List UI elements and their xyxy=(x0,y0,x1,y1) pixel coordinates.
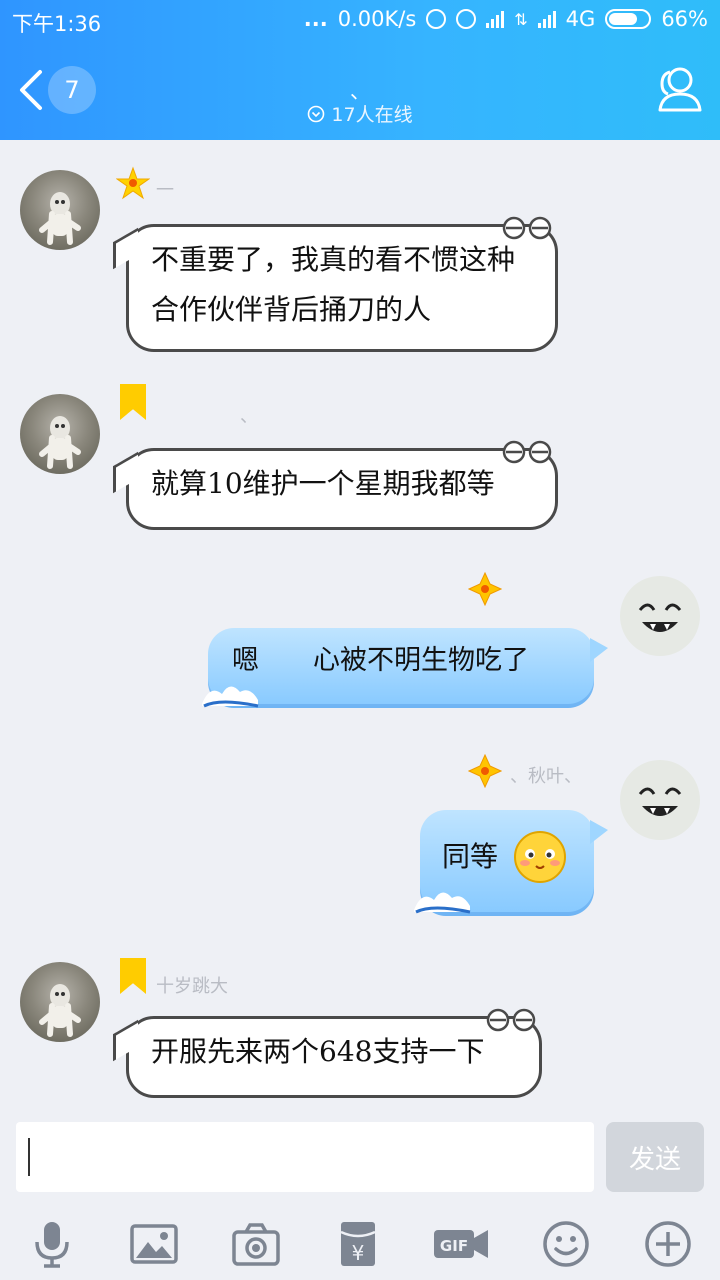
network-speed: 0.00K/s xyxy=(337,7,417,31)
sender-name[interactable]: 、 xyxy=(240,402,258,428)
sender-name[interactable]: 、秋叶、 xyxy=(510,762,582,788)
gif-button[interactable]: GIF xyxy=(432,1218,490,1270)
blush-emoji-icon xyxy=(513,831,566,883)
data-arrows-icon: ⇅ xyxy=(514,9,528,29)
emoji-icon xyxy=(543,1221,589,1267)
svg-text:¥: ¥ xyxy=(352,1241,365,1265)
message-input[interactable] xyxy=(16,1122,594,1192)
online-count[interactable]: 17人在线 xyxy=(0,100,720,127)
avatar[interactable] xyxy=(20,170,100,250)
avatar[interactable] xyxy=(20,962,100,1042)
bubble-eyes-decoration xyxy=(502,440,552,464)
message-bubble[interactable]: 嗯 心被不明生物吃了 xyxy=(208,628,608,708)
red-packet-button[interactable]: ¥ xyxy=(332,1218,384,1270)
bubble-eyes-decoration xyxy=(502,216,552,240)
avatar[interactable] xyxy=(620,576,700,656)
input-bar: 发送 xyxy=(0,1110,720,1208)
voice-button[interactable] xyxy=(26,1218,78,1270)
svg-text:GIF: GIF xyxy=(440,1237,468,1255)
signal-icon xyxy=(486,10,505,28)
wave-decoration xyxy=(202,686,259,708)
camera-button[interactable] xyxy=(230,1218,282,1270)
level-star-icon xyxy=(468,572,502,606)
message-text: 就算10维护一个星期我都等 xyxy=(151,467,495,500)
avatar[interactable] xyxy=(20,394,100,474)
signal-icon-2 xyxy=(537,10,556,28)
status-time: 下午1:36 xyxy=(12,12,102,36)
status-dots: ... xyxy=(303,7,328,31)
message-bubble[interactable]: 开服先来两个648支持一下 xyxy=(126,1016,542,1098)
message-bubble[interactable]: 就算10维护一个星期我都等 xyxy=(126,448,558,530)
emoji-button[interactable] xyxy=(540,1218,592,1270)
battery-icon xyxy=(605,9,652,29)
dog-avatar-image xyxy=(39,416,81,469)
chevron-down-circle-icon xyxy=(308,105,325,123)
status-bar: 下午1:36 ... 0.00K/s ⇅ 4G 66% xyxy=(0,0,720,40)
sync-icon xyxy=(426,9,447,29)
avatar[interactable] xyxy=(620,760,700,840)
sender-name[interactable]: 一 xyxy=(156,176,174,202)
plus-icon xyxy=(645,1221,691,1267)
level-star-icon xyxy=(468,754,502,788)
red-packet-icon: ¥ xyxy=(340,1222,376,1266)
alarm-icon xyxy=(456,9,477,29)
group-members-icon xyxy=(658,67,702,112)
message-text: 不重要了，我真的看不惯这种合作伙伴背后捅刀的人 xyxy=(151,243,516,326)
chat-area[interactable]: 一 不重要了，我真的看不惯这种合作伙伴背后捅刀的人 、 就算10维护一个星期我都… xyxy=(0,140,720,1110)
more-button[interactable] xyxy=(642,1218,694,1270)
camera-icon xyxy=(232,1223,280,1266)
send-button[interactable]: 发送 xyxy=(606,1122,704,1192)
bubble-eyes-decoration xyxy=(486,1008,536,1032)
sender-name[interactable]: 十岁跳大 xyxy=(156,972,228,998)
network-type: 4G xyxy=(565,7,596,31)
bottom-toolbar: ¥ GIF xyxy=(0,1208,720,1280)
gif-icon: GIF xyxy=(434,1230,488,1258)
mic-icon xyxy=(35,1222,69,1268)
members-button[interactable] xyxy=(650,64,706,114)
image-button[interactable] xyxy=(128,1218,180,1270)
online-text: 17人在线 xyxy=(331,104,413,126)
text-caret xyxy=(28,1138,30,1176)
status-right: ... 0.00K/s ⇅ 4G 66% xyxy=(304,7,708,31)
message-bubble[interactable]: 不重要了，我真的看不惯这种合作伙伴背后捅刀的人 xyxy=(126,224,558,352)
level-badge-icon xyxy=(120,958,146,994)
message-text: 开服先来两个648支持一下 xyxy=(151,1035,485,1068)
message-text: 同等 xyxy=(442,840,499,873)
smiley-avatar-image xyxy=(638,603,682,632)
wave-decoration xyxy=(414,892,471,914)
level-star-icon xyxy=(116,166,150,200)
dog-avatar-image xyxy=(39,192,81,245)
dog-avatar-image xyxy=(39,984,81,1037)
level-badge-icon xyxy=(120,384,146,420)
top-bar: 下午1:36 ... 0.00K/s ⇅ 4G 66% 7 、 17人在线 xyxy=(0,0,720,140)
image-icon xyxy=(130,1224,178,1264)
smiley-avatar-image xyxy=(638,787,682,816)
message-text: 嗯 心被不明生物吃了 xyxy=(232,645,529,676)
battery-level: 66% xyxy=(661,7,708,31)
